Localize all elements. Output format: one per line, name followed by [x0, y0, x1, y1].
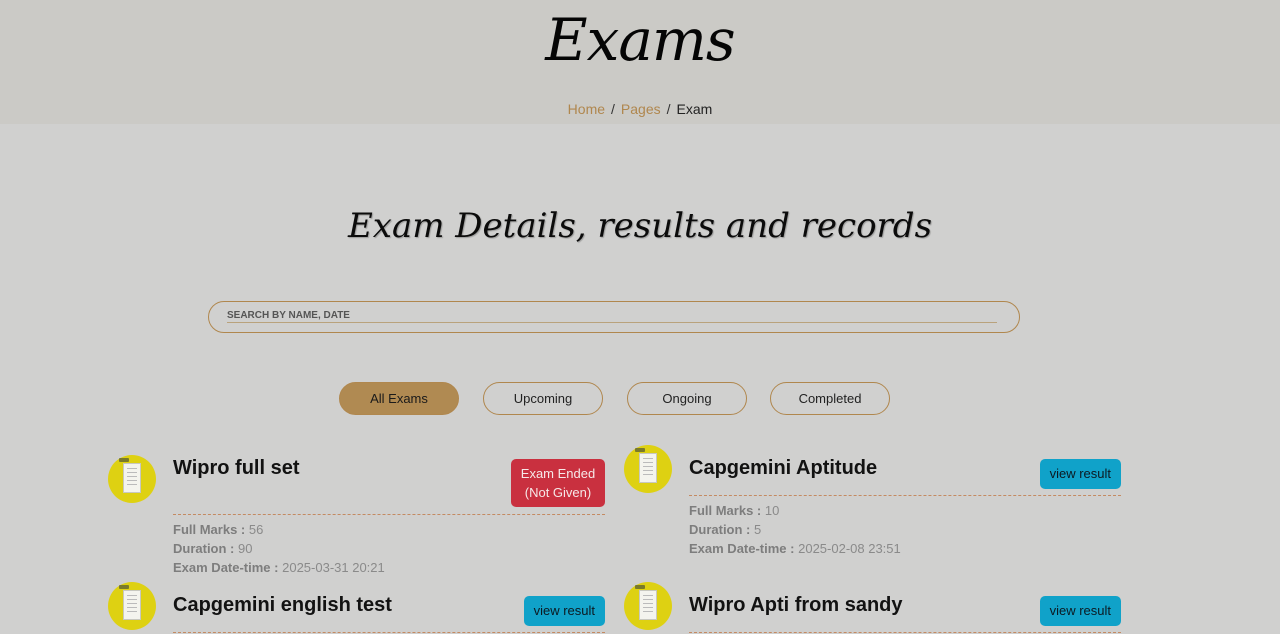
- datetime-row: Exam Date-time : 2025-02-08 23:51: [689, 539, 901, 558]
- duration-label: Duration :: [173, 541, 235, 556]
- status-badge-line: (Not Given): [524, 485, 592, 500]
- exam-name: Capgemini english test: [173, 594, 392, 616]
- filter-completed[interactable]: Completed: [770, 382, 890, 415]
- filter-all-exams[interactable]: All Exams: [339, 382, 459, 415]
- card-divider: [689, 632, 1121, 633]
- section-title: Exam Details, results and records: [347, 206, 933, 246]
- card-divider: [173, 632, 605, 633]
- duration-label: Duration :: [689, 522, 751, 537]
- breadcrumb-separator: /: [666, 101, 671, 117]
- view-result-button[interactable]: view result: [523, 596, 605, 626]
- datetime-value: 2025-03-31 20:21: [282, 560, 385, 575]
- breadcrumb-separator: /: [611, 101, 615, 117]
- filter-tabs: All Exams Upcoming Ongoing Completed: [0, 382, 1280, 416]
- datetime-row: Exam Date-time : 2025-03-31 20:21: [173, 558, 385, 577]
- filter-ongoing[interactable]: Ongoing: [627, 382, 747, 415]
- datetime-label: Exam Date-time :: [173, 560, 279, 575]
- exam-name: Capgemini Aptitude: [689, 457, 878, 479]
- exam-meta: Full Marks : 56 Duration : 90 Exam Date-…: [173, 520, 385, 577]
- page-hero: Exams Home / Pages / Exam: [0, 0, 1280, 124]
- exam-document-icon: [108, 455, 156, 503]
- status-badge: Exam Ended (Not Given): [511, 459, 605, 507]
- exam-card: Capgemini english test view result: [108, 582, 608, 634]
- breadcrumb-pages-link[interactable]: Pages: [621, 101, 661, 117]
- exam-card: Wipro Apti from sandy view result: [624, 582, 1124, 634]
- duration-value: 90: [238, 541, 253, 556]
- status-badge-line: Exam Ended: [520, 466, 596, 481]
- duration-value: 5: [754, 522, 762, 537]
- duration-row: Duration : 5: [689, 520, 901, 539]
- full-marks-value: 10: [764, 503, 780, 518]
- breadcrumb: Home / Pages / Exam: [0, 101, 1280, 117]
- full-marks-row: Full Marks : 56: [173, 520, 385, 539]
- view-result-button[interactable]: view result: [1039, 596, 1121, 626]
- view-result-button[interactable]: view result: [1039, 459, 1121, 489]
- full-marks-row: Full Marks : 10: [689, 501, 901, 520]
- search-input[interactable]: [227, 309, 997, 323]
- exam-name: Wipro full set: [173, 457, 300, 479]
- breadcrumb-current: Exam: [676, 101, 713, 117]
- page-title: Exams: [545, 6, 735, 74]
- filter-upcoming[interactable]: Upcoming: [483, 382, 603, 415]
- breadcrumb-home-link[interactable]: Home: [568, 101, 605, 117]
- full-marks-label: Full Marks :: [689, 503, 762, 518]
- card-divider: [173, 514, 605, 515]
- exam-name: Wipro Apti from sandy: [689, 594, 903, 616]
- card-divider: [689, 495, 1121, 496]
- exam-document-icon: [624, 582, 672, 630]
- datetime-label: Exam Date-time :: [689, 541, 795, 556]
- exam-card: Wipro full set Exam Ended (Not Given) Fu…: [108, 455, 608, 580]
- exam-document-icon: [624, 445, 672, 493]
- datetime-value: 2025-02-08 23:51: [798, 541, 901, 556]
- duration-row: Duration : 90: [173, 539, 385, 558]
- search-box: [208, 301, 1020, 333]
- exam-card: Capgemini Aptitude view result Full Mark…: [624, 445, 1124, 565]
- full-marks-label: Full Marks :: [173, 522, 246, 537]
- exam-document-icon: [108, 582, 156, 630]
- exam-meta: Full Marks : 10 Duration : 5 Exam Date-t…: [689, 501, 901, 558]
- full-marks-value: 56: [248, 522, 264, 537]
